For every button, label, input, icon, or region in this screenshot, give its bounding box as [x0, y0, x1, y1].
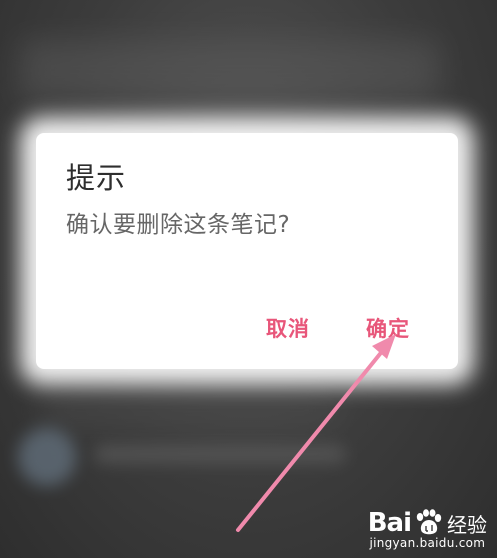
baidu-paw-icon	[416, 509, 442, 535]
watermark-url: jingyan.baidu.com	[369, 536, 486, 550]
blurred-avatar	[18, 428, 76, 486]
watermark-brand: Bai	[367, 508, 412, 538]
confirm-button[interactable]: 确定	[366, 313, 410, 343]
dialog-message: 确认要删除这条笔记?	[66, 212, 291, 238]
blurred-content-mid	[40, 395, 340, 425]
blurred-content-top	[20, 40, 440, 100]
watermark: Bai 经验 jingyan.baidu.com	[368, 508, 487, 550]
confirm-delete-dialog: 提示 确认要删除这条笔记? 取消 确定	[36, 133, 458, 369]
blurred-list-text	[95, 445, 345, 463]
watermark-name: 经验	[447, 512, 487, 537]
cancel-button[interactable]: 取消	[266, 313, 310, 343]
dialog-title: 提示	[66, 161, 127, 195]
